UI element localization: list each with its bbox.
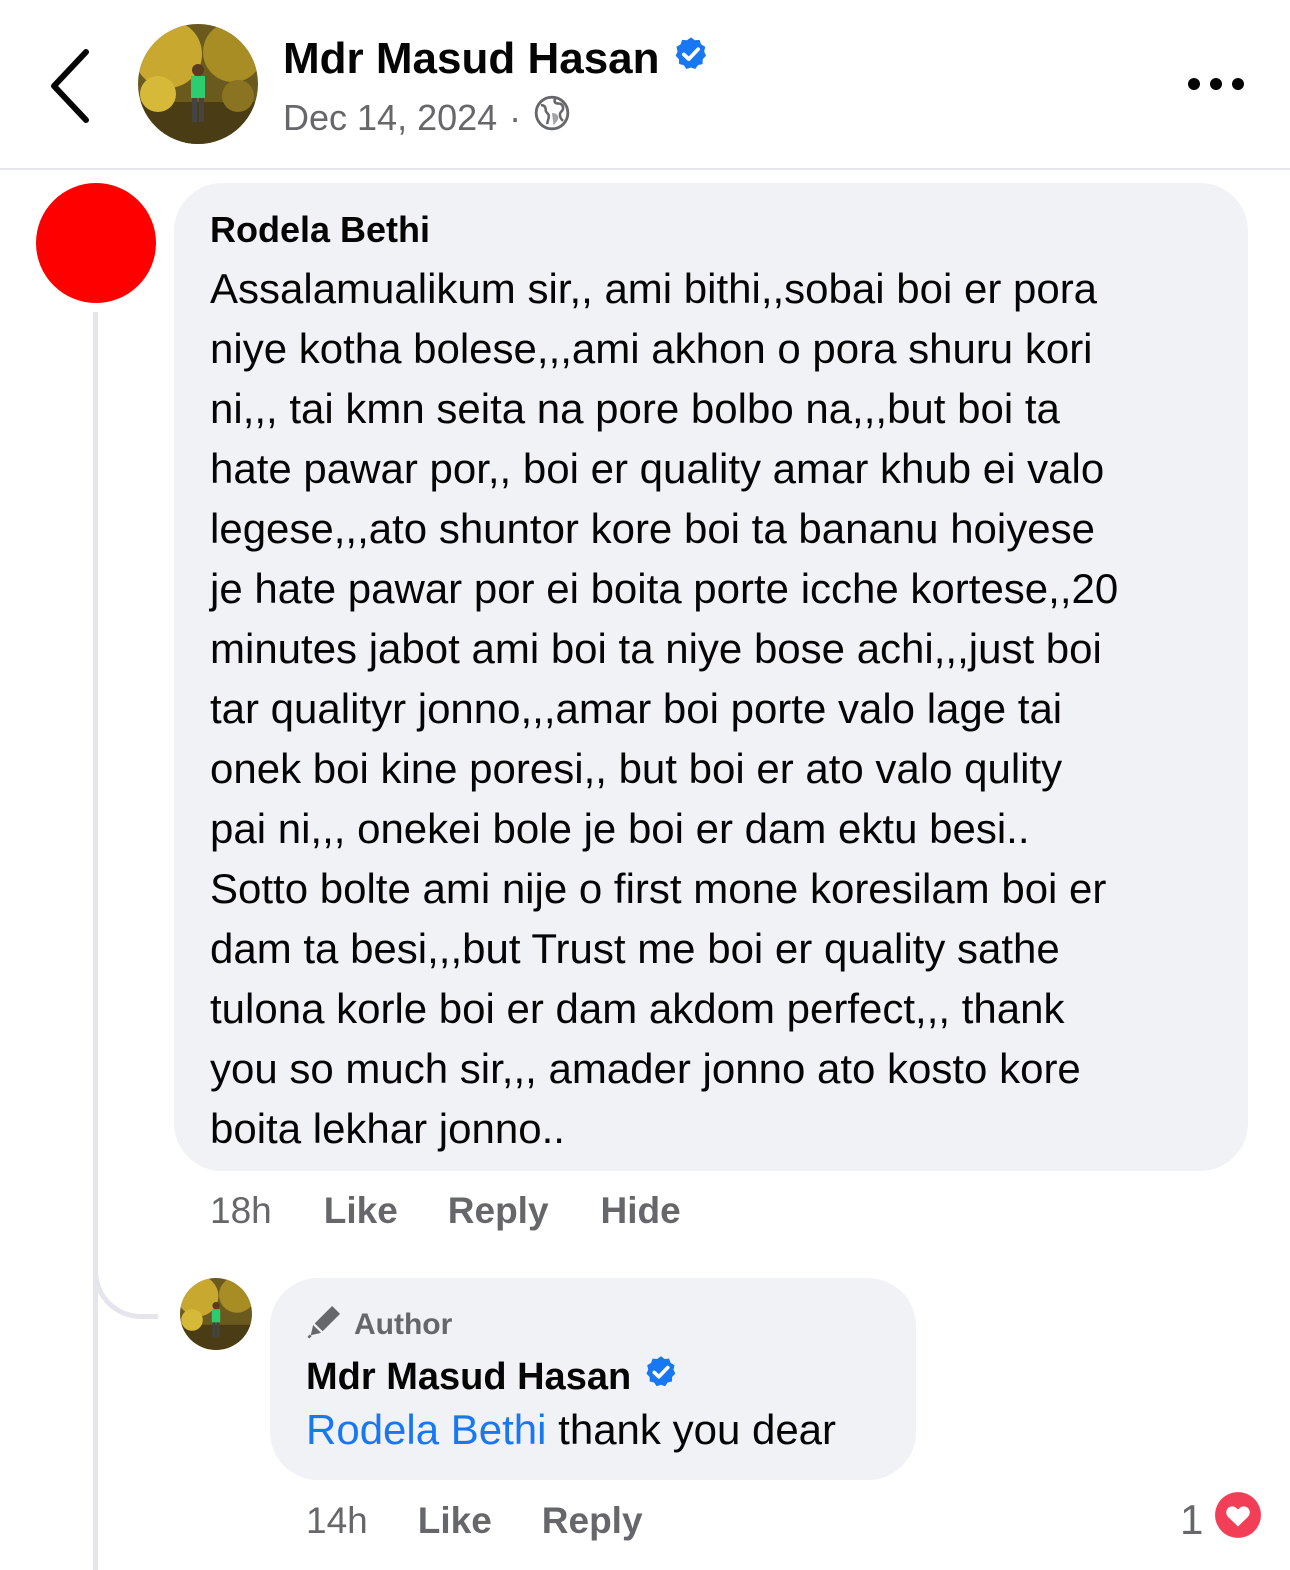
hide-button[interactable]: Hide bbox=[601, 1190, 681, 1232]
reply-author-name[interactable]: Mdr Masud Hasan bbox=[306, 1354, 679, 1400]
comment-line: ni,,, tai kmn seita na pore bolbo na,,,b… bbox=[210, 385, 1060, 432]
comment-text: Assalamualikum sir,, ami bithi,,sobai bo… bbox=[210, 259, 1230, 1159]
comment-time[interactable]: 18h bbox=[210, 1190, 272, 1232]
more-options-button[interactable] bbox=[1186, 70, 1246, 98]
comment-line: je hate pawar por ei boita porte icche k… bbox=[210, 565, 1119, 612]
commenter-name[interactable]: Rodela Bethi bbox=[210, 209, 430, 251]
comment-line: tar qualityr jonno,,,amar boi porte valo… bbox=[210, 685, 1063, 732]
back-button[interactable] bbox=[44, 46, 104, 126]
reply-text: Rodela Bethi thank you dear bbox=[306, 1406, 836, 1454]
globe-icon bbox=[533, 94, 571, 141]
author-avatar[interactable] bbox=[138, 24, 258, 144]
comment-line: niye kotha bolese,,,ami akhon o pora shu… bbox=[210, 325, 1093, 372]
mention-link[interactable]: Rodela Bethi bbox=[306, 1406, 547, 1453]
verified-badge-icon bbox=[672, 34, 710, 84]
reply-like-button[interactable]: Like bbox=[418, 1500, 492, 1542]
more-horizontal-icon bbox=[1188, 78, 1244, 90]
comment-line: dam ta besi,,,but Trust me boi er qualit… bbox=[210, 925, 1060, 972]
comment-line: you so much sir,,, amader jonno ato kost… bbox=[210, 1045, 1081, 1092]
comment-line: boita lekhar jonno.. bbox=[210, 1105, 565, 1152]
comment-line: tulona korle boi er dam akdom perfect,,,… bbox=[210, 985, 1065, 1032]
love-reaction-icon bbox=[1213, 1490, 1263, 1550]
reply-reply-button[interactable]: Reply bbox=[542, 1500, 643, 1542]
thread-line bbox=[93, 312, 98, 1570]
comment-line: Assalamualikum sir,, ami bithi,,sobai bo… bbox=[210, 265, 1098, 312]
reply-author-avatar[interactable] bbox=[180, 1278, 252, 1350]
thread-connector bbox=[93, 1250, 158, 1319]
post-date[interactable]: Dec 14, 2024 bbox=[283, 97, 497, 139]
comment-bubble: Rodela Bethi Assalamualikum sir,, ami bi… bbox=[174, 183, 1248, 1171]
reaction-count: 1 bbox=[1180, 1496, 1204, 1543]
comment-line: hate pawar por,, boi er quality amar khu… bbox=[210, 445, 1105, 492]
comment-line: Sotto bolte ami nije o first mone koresi… bbox=[210, 865, 1107, 912]
reply-button[interactable]: Reply bbox=[448, 1190, 549, 1232]
post-meta: Dec 14, 2024 · bbox=[283, 94, 571, 141]
post-header: Mdr Masud Hasan Dec 14, 2024 · bbox=[0, 0, 1290, 170]
like-button[interactable]: Like bbox=[324, 1190, 398, 1232]
comment-line: minutes jabot ami boi ta niye bose achi,… bbox=[210, 625, 1102, 672]
comment-line: legese,,,ato shuntor kore boi ta bananu … bbox=[210, 505, 1095, 552]
reply-author-name-text[interactable]: Mdr Masud Hasan bbox=[306, 1356, 631, 1399]
reply-actions: 14h Like Reply bbox=[306, 1500, 643, 1542]
post-author-name[interactable]: Mdr Masud Hasan bbox=[283, 34, 710, 84]
comment-line: onek boi kine poresi,, but boi er ato va… bbox=[210, 745, 1063, 792]
reply-bubble: Author Mdr Masud Hasan Rodela Bethi than… bbox=[270, 1278, 916, 1480]
comment-actions: 18h Like Reply Hide bbox=[210, 1190, 681, 1232]
reaction-summary[interactable]: 1 bbox=[1180, 1490, 1263, 1550]
meta-separator: · bbox=[509, 96, 522, 138]
commenter-avatar[interactable] bbox=[36, 183, 156, 303]
comment-line: pai ni,,, onekei bole je boi er dam ektu… bbox=[210, 805, 1030, 852]
author-name-text[interactable]: Mdr Masud Hasan bbox=[283, 34, 660, 84]
author-badge-label: Author bbox=[354, 1308, 453, 1341]
chevron-left-icon bbox=[51, 49, 89, 123]
verified-badge-icon bbox=[643, 1354, 679, 1400]
reply-time[interactable]: 14h bbox=[306, 1500, 368, 1542]
reply-body: thank you dear bbox=[546, 1406, 837, 1453]
author-badge: Author bbox=[306, 1302, 452, 1348]
pencil-icon bbox=[306, 1302, 344, 1348]
